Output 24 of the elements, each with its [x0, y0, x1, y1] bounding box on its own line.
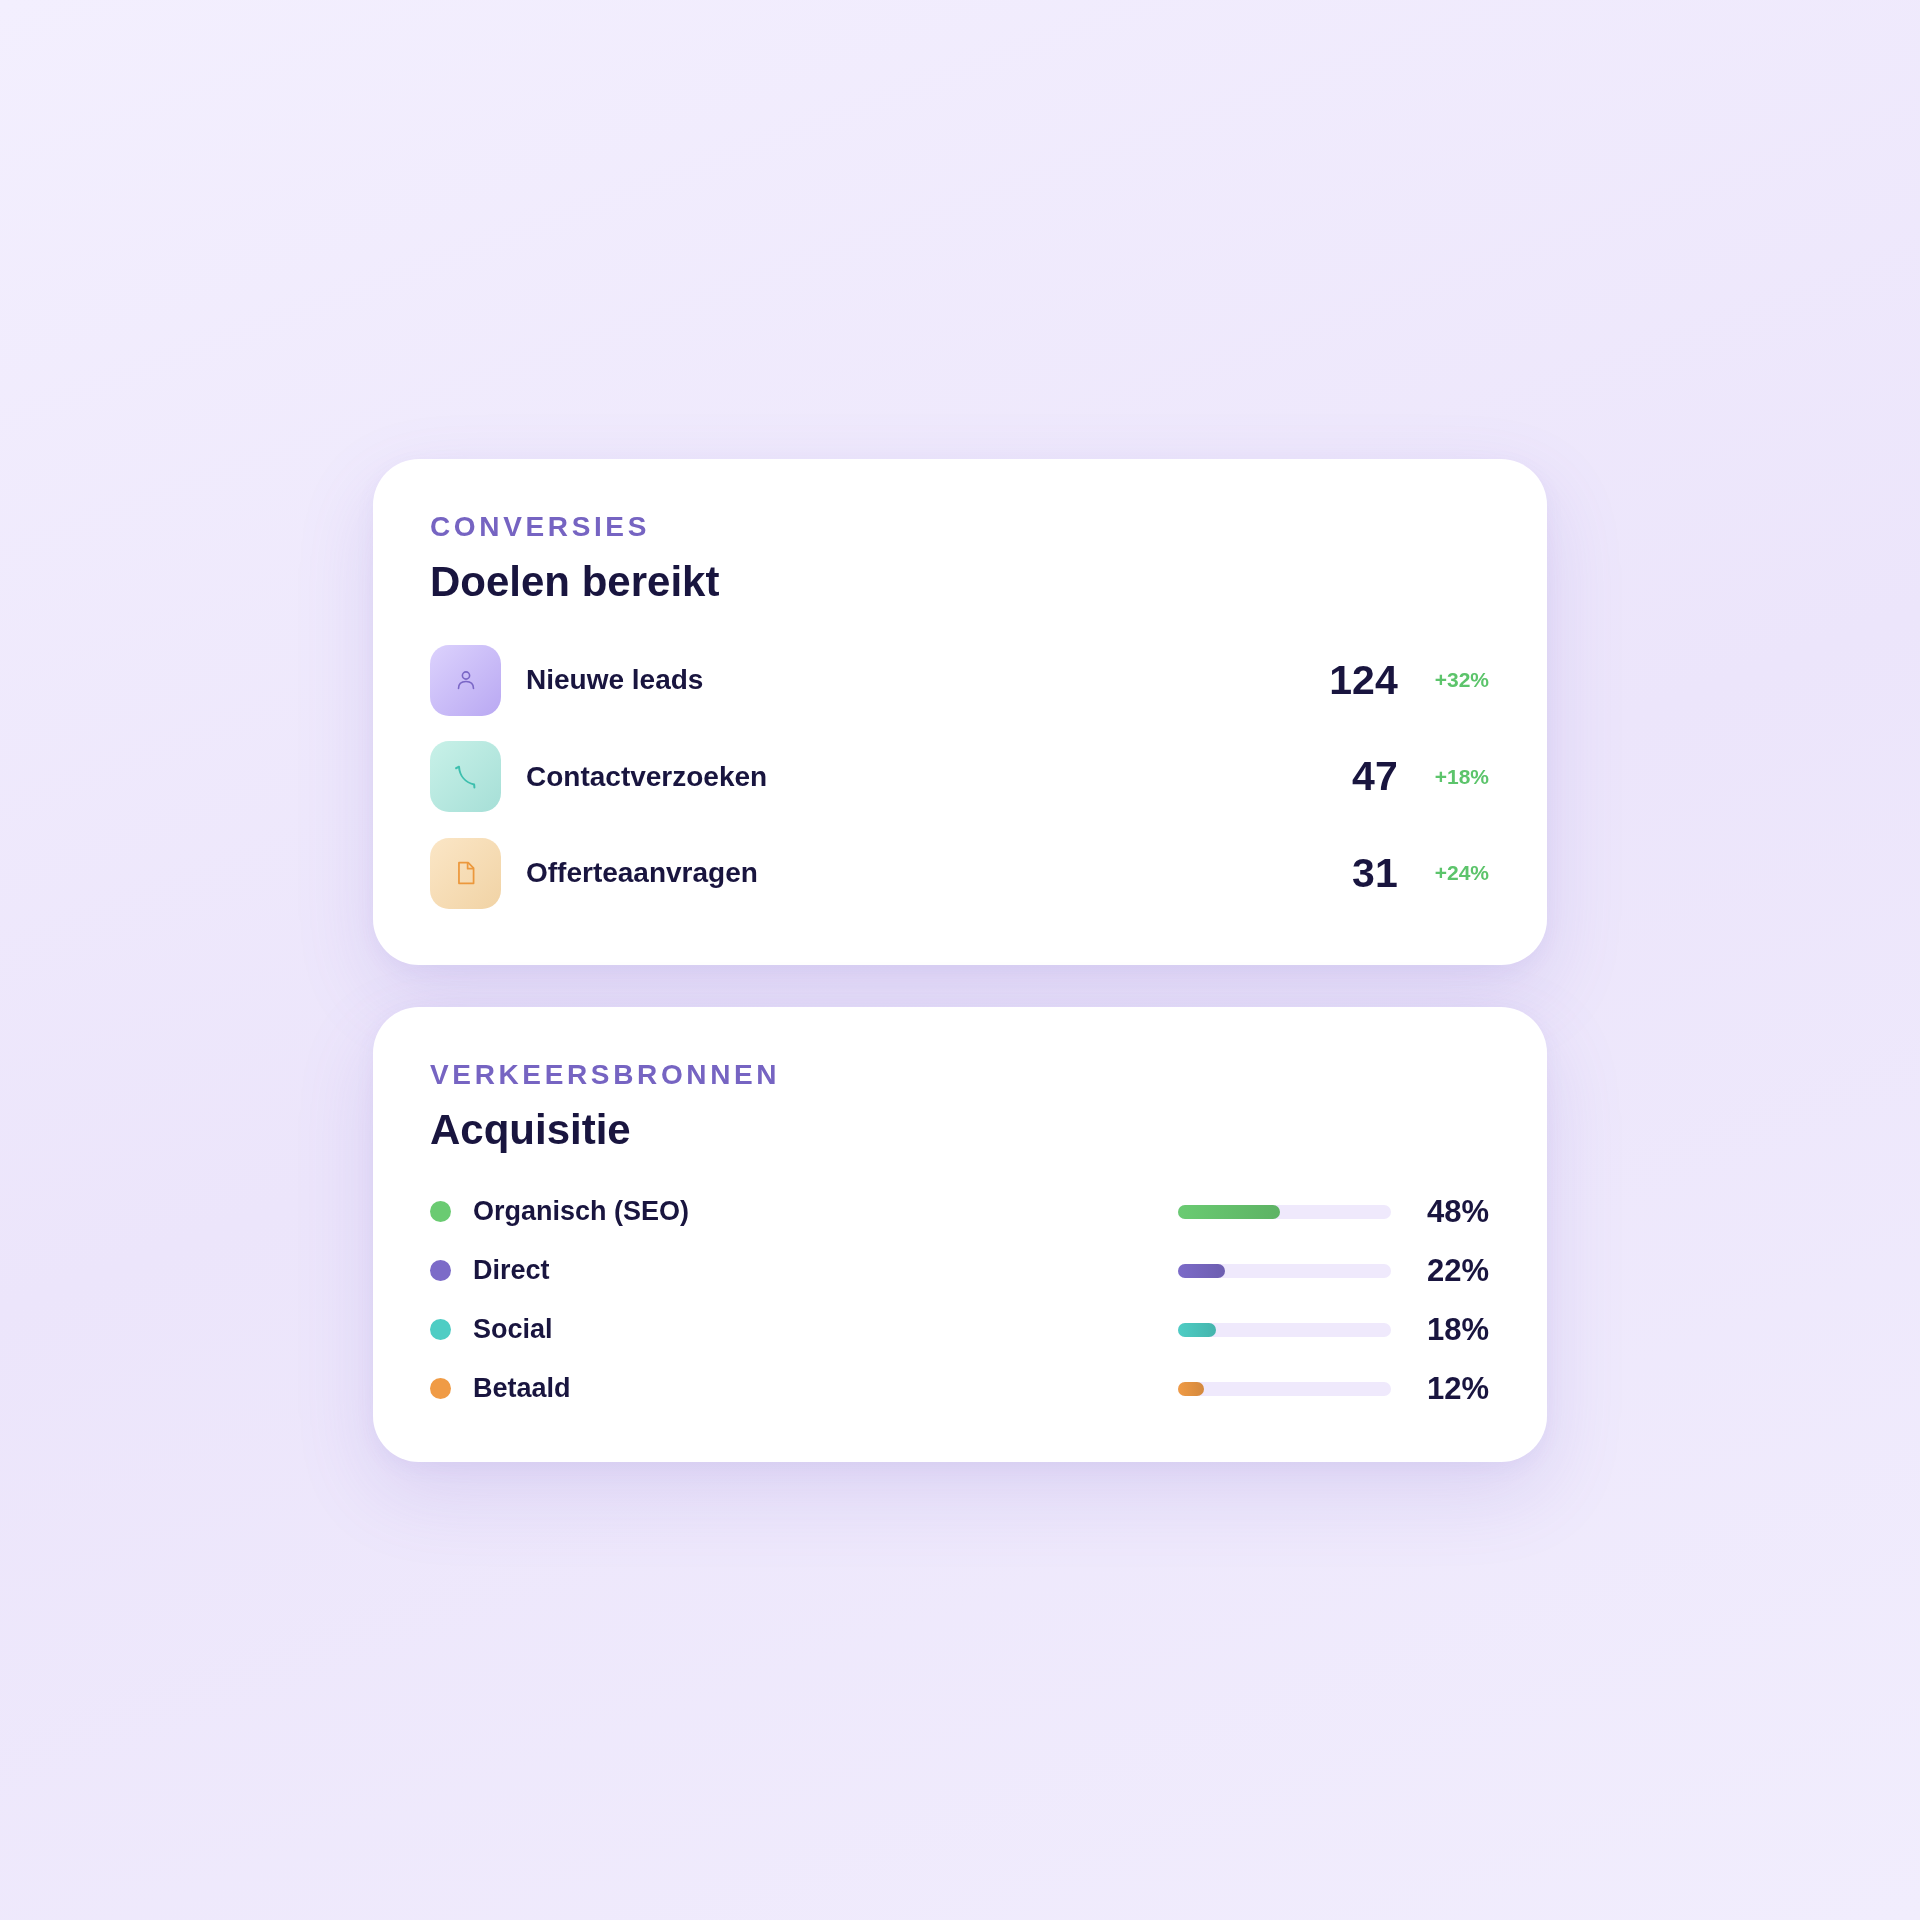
source-label: Betaald [473, 1373, 572, 1404]
goal-count: 47 [1352, 753, 1398, 800]
document-icon [430, 837, 501, 909]
change-percent: +32% [1434, 668, 1489, 692]
phone-icon [430, 741, 501, 812]
card-title: Doelen bereikt [430, 556, 721, 607]
goal-count: 31 [1352, 849, 1398, 897]
section-label: CONVERSIES [430, 509, 651, 544]
card-title: Acquisitie [430, 1104, 632, 1155]
share-percent: 12% [1426, 1370, 1489, 1407]
goal-label: Offerteaanvragen [526, 857, 759, 889]
goal-label: Nieuwe leads [526, 664, 705, 696]
change-percent: +24% [1434, 861, 1489, 885]
source-label: Organisch (SEO) [473, 1196, 691, 1227]
change-percent: +18% [1434, 764, 1489, 789]
goal-count: 124 [1329, 656, 1398, 704]
section-label: VERKEERSBRONNEN [430, 1057, 782, 1092]
share-percent: 18% [1426, 1311, 1489, 1348]
share-percent: 22% [1426, 1252, 1489, 1289]
source-label: Social [473, 1314, 554, 1345]
source-label: Direct [473, 1255, 551, 1286]
person-icon [430, 644, 501, 716]
goal-label: Contactverzoeken [526, 760, 769, 793]
share-percent: 48% [1426, 1193, 1489, 1230]
